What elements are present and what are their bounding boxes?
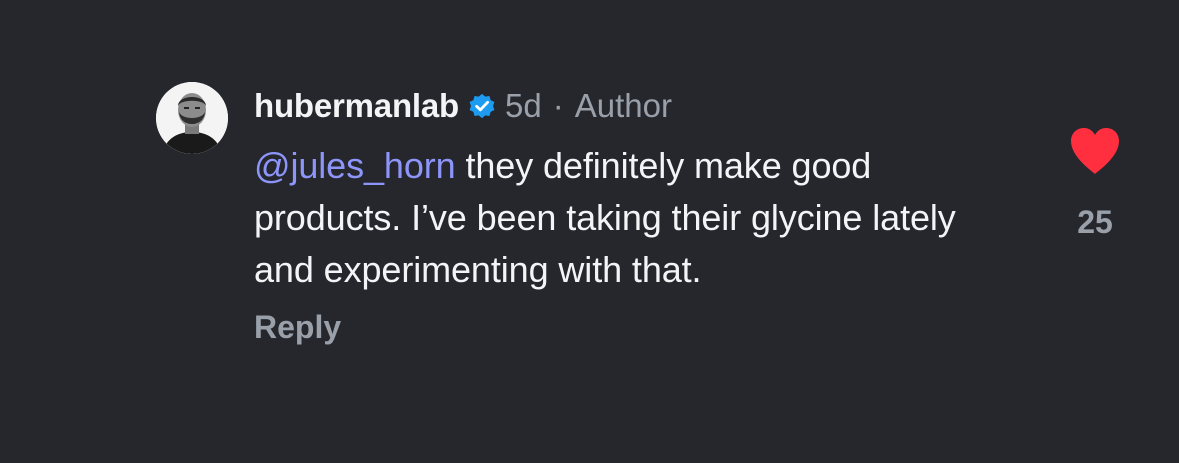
comment: hubermanlab 5d · Author @jules_horn they… bbox=[0, 0, 1179, 463]
heart-filled-icon bbox=[1071, 128, 1119, 174]
avatar-image bbox=[156, 82, 228, 154]
avatar[interactable] bbox=[156, 82, 228, 154]
like-button[interactable] bbox=[1068, 125, 1122, 177]
meta-separator: · bbox=[552, 87, 564, 124]
reply-button[interactable]: Reply bbox=[254, 309, 341, 346]
username[interactable]: hubermanlab bbox=[254, 87, 459, 125]
verified-badge-icon bbox=[467, 91, 497, 121]
author-label: Author bbox=[574, 87, 672, 124]
like-count: 25 bbox=[1077, 204, 1113, 240]
mention-link[interactable]: @jules_horn bbox=[254, 145, 456, 186]
comment-header: hubermanlab 5d · Author bbox=[254, 86, 672, 126]
comment-text: @jules_horn they definitely make good pr… bbox=[254, 140, 1024, 296]
comment-age: 5d bbox=[505, 87, 542, 124]
